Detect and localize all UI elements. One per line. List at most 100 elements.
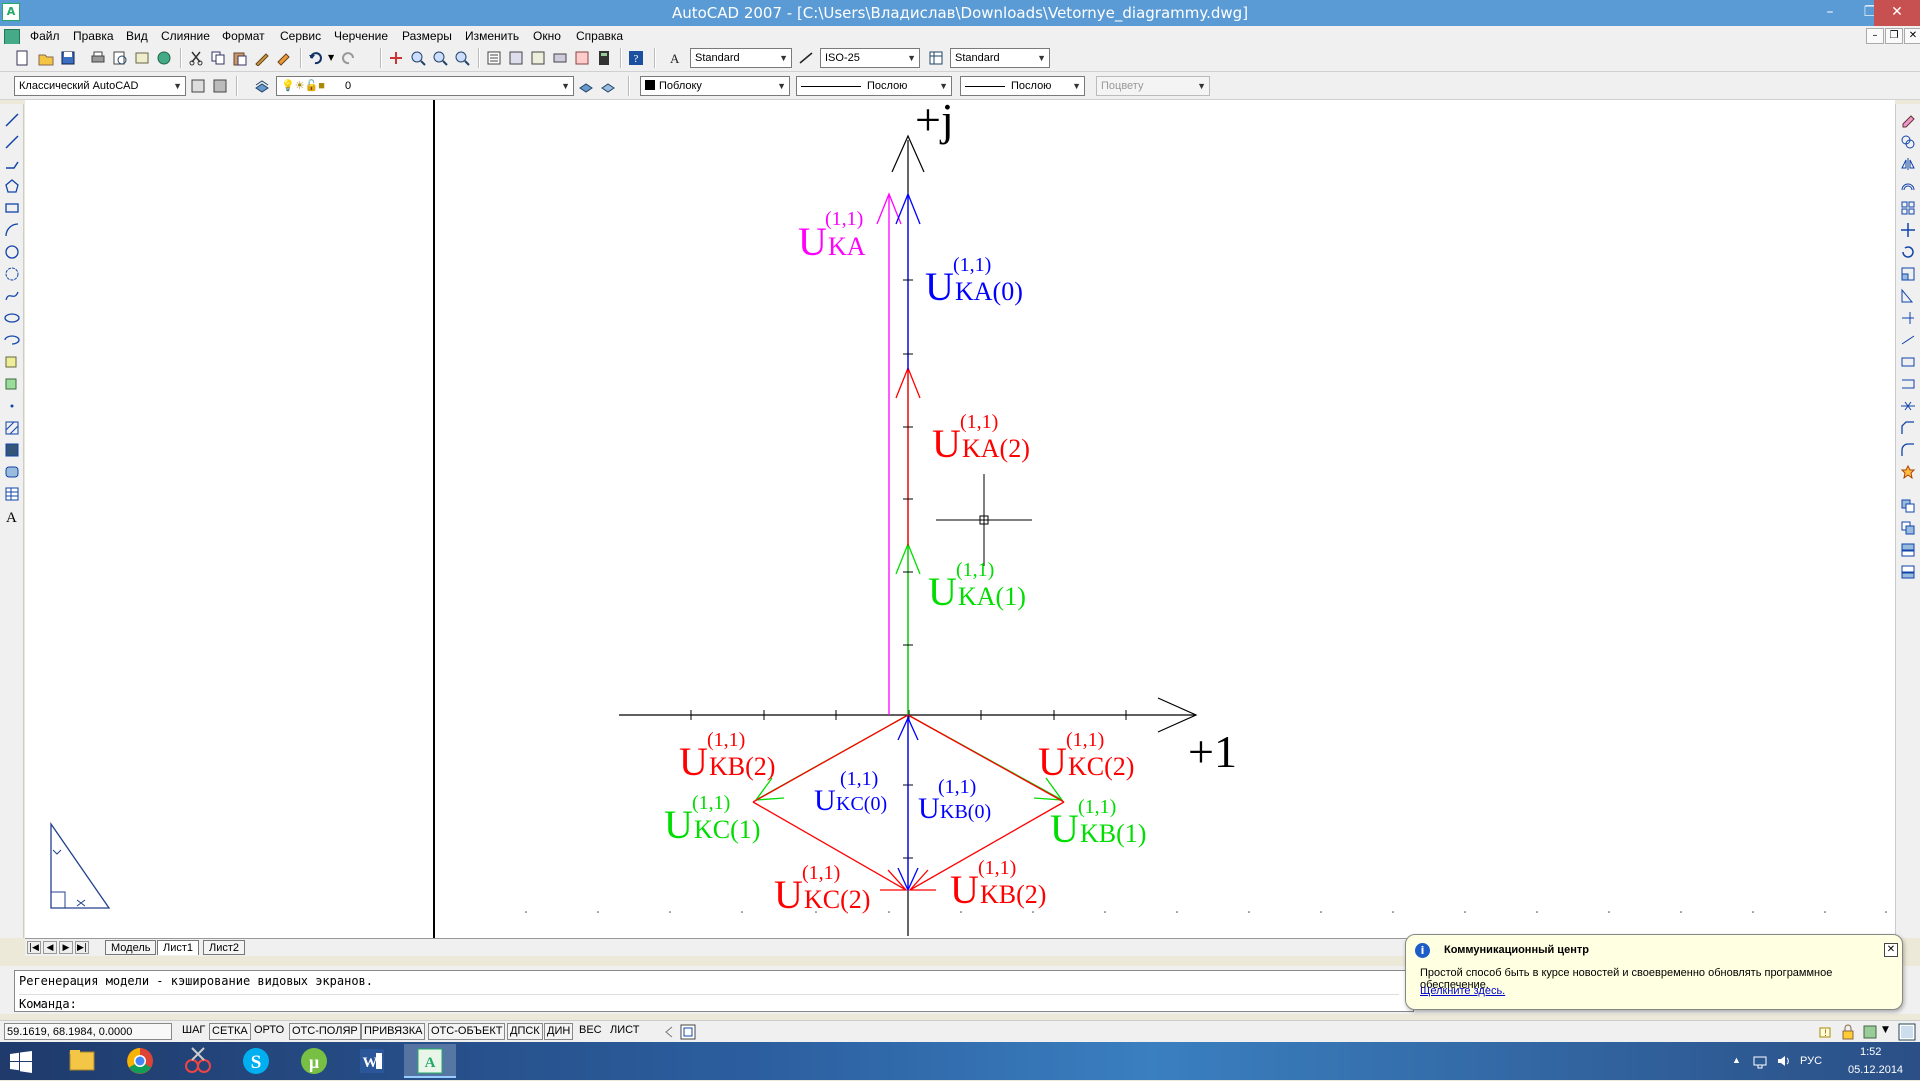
rectangle-icon[interactable] [4, 200, 20, 216]
dyn-toggle[interactable]: ДИН [544, 1023, 574, 1040]
offset-icon[interactable] [1900, 178, 1916, 194]
design-center-icon[interactable] [508, 50, 524, 66]
explorer-icon[interactable] [56, 1044, 108, 1078]
undo-icon[interactable] [308, 50, 324, 66]
network-icon[interactable] [1752, 1053, 1768, 1069]
layer-previous-icon[interactable] [600, 78, 616, 94]
scroll-left-icon[interactable] [662, 1024, 676, 1040]
bring-above-icon[interactable] [1900, 542, 1916, 558]
snap-toggle[interactable]: ШАГ [180, 1023, 207, 1040]
first-tab-button[interactable]: |◀ [27, 941, 41, 954]
break-at-point-icon[interactable] [1900, 354, 1916, 370]
word-icon[interactable]: W [346, 1044, 398, 1078]
chamfer-icon[interactable] [1900, 420, 1916, 436]
comm-center-icon[interactable]: ! [1818, 1024, 1834, 1040]
doc-restore-button[interactable]: ❐ [1885, 28, 1903, 44]
text-style-icon[interactable]: A [668, 50, 684, 66]
copy-icon[interactable] [210, 50, 226, 66]
array-icon[interactable] [1900, 200, 1916, 216]
break-icon[interactable] [1900, 376, 1916, 392]
show-hidden-icons-icon[interactable]: ▲ [1732, 1055, 1741, 1065]
menu-modify[interactable]: Изменить [465, 29, 519, 43]
lineweight-select[interactable]: Послою ▼ [960, 76, 1085, 96]
grid-toggle[interactable]: СЕТКА [209, 1023, 251, 1040]
tab-layout2[interactable]: Лист2 [203, 940, 246, 955]
explode-icon[interactable] [1900, 464, 1916, 480]
trim-icon[interactable] [1900, 310, 1916, 326]
erase-icon[interactable] [1900, 112, 1916, 128]
open-icon[interactable] [38, 50, 54, 66]
make-block-icon[interactable] [4, 376, 20, 392]
notification-close-button[interactable]: ✕ [1884, 943, 1898, 957]
zoom-realtime-icon[interactable] [410, 50, 426, 66]
redo-icon[interactable] [340, 50, 356, 66]
ducs-toggle[interactable]: ДПСК [507, 1023, 543, 1040]
osnap-toggle[interactable]: ПРИВЯЗКА [361, 1023, 426, 1040]
paste-icon[interactable] [232, 50, 248, 66]
document-icon[interactable] [4, 29, 20, 45]
command-prompt[interactable]: Команда: [19, 994, 1399, 1011]
layer-select[interactable]: 💡☀🔓■ 0 ▼ [276, 76, 574, 96]
3d-dwf-icon[interactable] [156, 50, 172, 66]
send-under-icon[interactable] [1900, 564, 1916, 580]
polar-toggle[interactable]: ОТС-ПОЛЯР [289, 1023, 361, 1040]
publish-icon[interactable] [134, 50, 150, 66]
make-layer-current-icon[interactable] [578, 78, 594, 94]
undo-dropdown-icon[interactable]: ▼ [328, 53, 334, 62]
lwt-toggle[interactable]: ВЕС [577, 1023, 604, 1040]
next-tab-button[interactable]: ▶ [59, 941, 73, 954]
table-style-icon[interactable] [928, 50, 944, 66]
match-properties-icon[interactable] [254, 50, 270, 66]
tab-model[interactable]: Модель [105, 940, 157, 955]
region-icon[interactable] [4, 464, 20, 480]
status-menu-icon[interactable]: ▼ [1882, 1025, 1889, 1035]
save-icon[interactable] [60, 50, 76, 66]
start-icon[interactable] [10, 1051, 32, 1073]
table-style-select[interactable]: Standard ▼ [950, 48, 1050, 68]
menu-file[interactable]: Файл [30, 29, 60, 43]
skype-icon[interactable]: S [230, 1044, 282, 1078]
paper-toggle[interactable]: ЛИСТ [608, 1023, 641, 1040]
maximize-viewport-icon[interactable] [680, 1024, 696, 1040]
help-icon[interactable]: ? [628, 50, 644, 66]
clock-time[interactable]: 1:52 [1860, 1046, 1881, 1058]
scale-icon[interactable] [1900, 266, 1916, 282]
status-tray-icon[interactable] [1862, 1024, 1878, 1040]
tool-palettes-icon[interactable] [530, 50, 546, 66]
ellipse-arc-icon[interactable] [4, 332, 20, 348]
zoom-window-icon[interactable] [432, 50, 448, 66]
doc-close-button[interactable]: ✕ [1904, 28, 1920, 44]
otrack-toggle[interactable]: ОТС-ОБЪЕКТ [428, 1023, 506, 1040]
multiline-text-icon[interactable]: A [4, 508, 20, 524]
minimize-button[interactable]: – [1810, 0, 1850, 26]
circle-icon[interactable] [4, 244, 20, 260]
fillet-icon[interactable] [1900, 442, 1916, 458]
language-indicator[interactable]: РУС [1800, 1055, 1822, 1067]
gradient-icon[interactable] [4, 442, 20, 458]
dim-style-icon[interactable] [798, 50, 814, 66]
point-icon[interactable] [4, 398, 20, 414]
utorrent-icon[interactable]: µ [288, 1044, 340, 1078]
toolbar-lock-icon[interactable] [1840, 1024, 1856, 1040]
menu-merge[interactable]: Слияние [161, 29, 210, 43]
block-editor-icon[interactable] [276, 50, 292, 66]
polyline-icon[interactable] [4, 156, 20, 172]
autocad-app-icon[interactable]: A [2, 3, 20, 21]
markup-icon[interactable] [574, 50, 590, 66]
autocad-icon[interactable]: A [404, 1044, 456, 1078]
snipping-icon[interactable] [172, 1044, 224, 1078]
spline-icon[interactable] [4, 288, 20, 304]
clean-screen-icon[interactable] [1898, 1023, 1916, 1041]
cut-icon[interactable] [188, 50, 204, 66]
plot-icon[interactable] [90, 50, 106, 66]
polygon-icon[interactable] [4, 178, 20, 194]
volume-icon[interactable] [1776, 1053, 1792, 1069]
sheet-set-icon[interactable] [552, 50, 568, 66]
menu-edit[interactable]: Правка [73, 29, 114, 43]
layer-properties-icon[interactable] [254, 78, 270, 94]
viewport-left[interactable] [25, 100, 435, 938]
last-tab-button[interactable]: ▶| [75, 941, 89, 954]
my-workspace-icon[interactable] [212, 78, 228, 94]
clock-date[interactable]: 05.12.2014 [1848, 1064, 1903, 1076]
color-select[interactable]: Поблоку ▼ [640, 76, 790, 96]
